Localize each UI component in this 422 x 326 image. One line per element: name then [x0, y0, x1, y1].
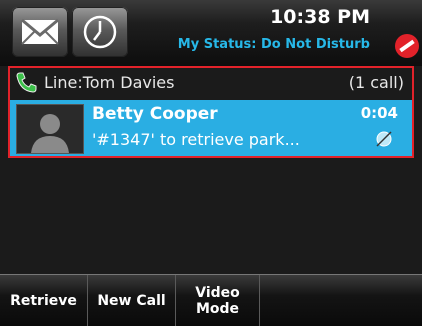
softkey-bar: Retrieve New Call Video Mode [0, 274, 422, 326]
call-duration: 0:04 [360, 104, 398, 122]
retrieve-button[interactable]: Retrieve [0, 275, 88, 326]
park-retrieve-message: '#1347' to retrieve park... [92, 130, 300, 149]
line-row[interactable]: Line:Tom Davies (1 call) [10, 68, 412, 98]
envelope-icon [21, 18, 59, 45]
clock-icon [83, 15, 117, 49]
clock-time: 10:38 PM [270, 6, 370, 28]
video-mode-label: Video Mode [195, 284, 240, 317]
phone-handset-icon [16, 72, 37, 93]
video-off-icon [376, 131, 392, 147]
person-icon [31, 114, 69, 153]
recent-calls-button[interactable] [72, 7, 128, 57]
video-mode-button[interactable]: Video Mode [176, 275, 260, 326]
active-calls-panel: Line:Tom Davies (1 call) Betty Cooper 0:… [8, 66, 414, 158]
do-not-disturb-icon [395, 34, 419, 58]
caller-name: Betty Cooper [92, 104, 218, 124]
avatar [16, 104, 84, 154]
call-count: (1 call) [348, 73, 404, 92]
new-call-button[interactable]: New Call [88, 275, 176, 326]
status-bar: 10:38 PM My Status: Do Not Disturb [0, 0, 422, 66]
call-row[interactable]: Betty Cooper 0:04 '#1347' to retrieve pa… [10, 100, 412, 156]
my-status-text[interactable]: My Status: Do Not Disturb [178, 37, 370, 52]
line-label: Line:Tom Davies [44, 73, 175, 92]
messages-button[interactable] [12, 7, 68, 57]
